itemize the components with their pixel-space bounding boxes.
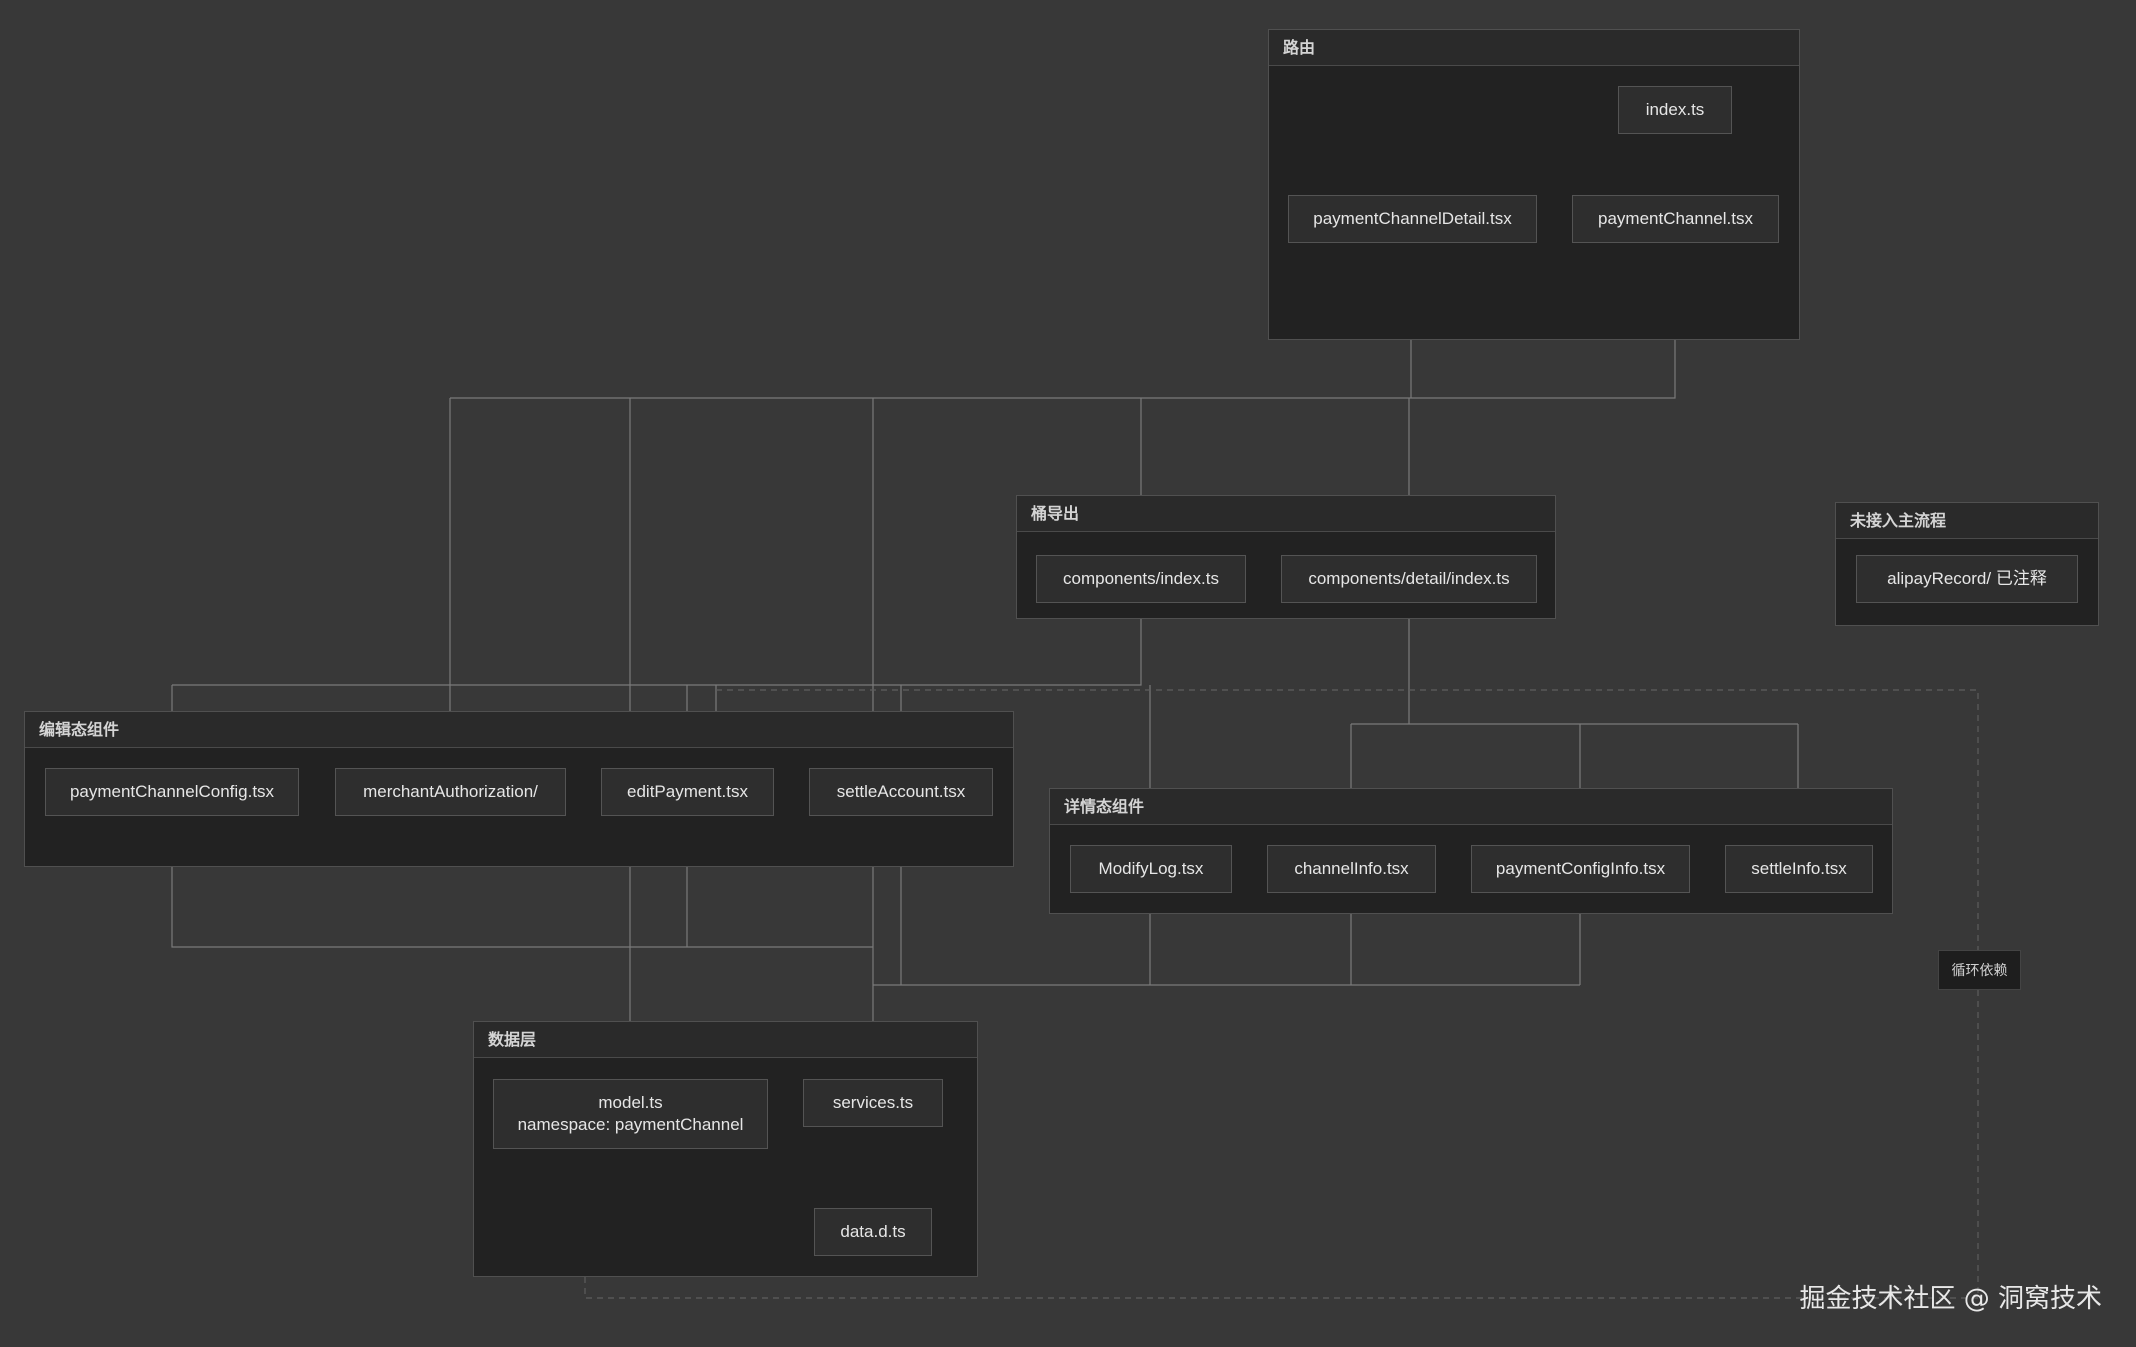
- payment-config-info-label: paymentConfigInfo.tsx: [1495, 859, 1666, 878]
- components-index-node[interactable]: components/index.ts: [1036, 555, 1246, 603]
- edit-payment-label: editPayment.tsx: [627, 782, 748, 801]
- payment-config-info-node[interactable]: paymentConfigInfo.tsx: [1471, 845, 1690, 893]
- channel-info-node[interactable]: channelInfo.tsx: [1267, 845, 1436, 893]
- services-ts-label: services.ts: [832, 1093, 914, 1112]
- diagram-canvas: 路由 index.ts paymentChannelDetail.tsx pay…: [0, 0, 2136, 1347]
- data-d-ts-node[interactable]: data.d.ts: [814, 1208, 932, 1256]
- components-detail-index-label: components/detail/index.ts: [1308, 569, 1510, 588]
- modify-log-label: ModifyLog.tsx: [1098, 859, 1204, 878]
- payment-channel-node[interactable]: paymentChannel.tsx: [1572, 195, 1779, 243]
- routing-group-title: 路由: [1269, 30, 1799, 66]
- detail-group-title: 详情态组件: [1050, 789, 1892, 825]
- index-ts-node[interactable]: index.ts: [1618, 86, 1732, 134]
- circular-dependency-label: 循环依赖: [1951, 963, 2008, 979]
- components-index-label: components/index.ts: [1063, 569, 1219, 588]
- settle-info-node[interactable]: settleInfo.tsx: [1725, 845, 1873, 893]
- settle-info-label: settleInfo.tsx: [1751, 859, 1847, 878]
- services-ts-node[interactable]: services.ts: [803, 1079, 943, 1127]
- edge-cindex-trunk: [172, 605, 1142, 686]
- payment-channel-config-node[interactable]: paymentChannelConfig.tsx: [45, 768, 299, 816]
- payment-channel-label: paymentChannel.tsx: [1598, 209, 1753, 228]
- model-ts-label: model.ts: [598, 1093, 663, 1112]
- circular-dependency-badge: 循环依赖: [1938, 950, 2021, 990]
- index-ts-label: index.ts: [1645, 100, 1705, 119]
- edit-group-title: 编辑态组件: [25, 712, 1013, 748]
- edit-payment-node[interactable]: editPayment.tsx: [601, 768, 774, 816]
- modify-log-node[interactable]: ModifyLog.tsx: [1070, 845, 1232, 893]
- routing-group: 路由: [1268, 29, 1800, 340]
- payment-channel-detail-node[interactable]: paymentChannelDetail.tsx: [1288, 195, 1537, 243]
- payment-channel-detail-label: paymentChannelDetail.tsx: [1313, 209, 1512, 228]
- payment-channel-config-label: paymentChannelConfig.tsx: [69, 782, 275, 801]
- merchant-authorization-label: merchantAuthorization/: [363, 782, 538, 801]
- model-ts-node[interactable]: model.ts namespace: paymentChannel: [493, 1079, 768, 1149]
- settle-account-label: settleAccount.tsx: [836, 782, 966, 801]
- model-ts-namespace-label: namespace: paymentChannel: [517, 1115, 744, 1134]
- watermark: 掘金技术社区 @ 洞窝技术: [1799, 1284, 2102, 1314]
- barrel-group-title: 桶导出: [1017, 496, 1555, 532]
- data-group-title: 数据层: [474, 1022, 977, 1058]
- settle-account-node[interactable]: settleAccount.tsx: [809, 768, 993, 816]
- alipay-record-node[interactable]: alipayRecord/ 已注释: [1856, 555, 2078, 603]
- channel-info-label: channelInfo.tsx: [1294, 859, 1409, 878]
- data-d-ts-label: data.d.ts: [840, 1222, 906, 1241]
- unused-group-title: 未接入主流程: [1836, 503, 2098, 539]
- components-detail-index-node[interactable]: components/detail/index.ts: [1281, 555, 1537, 603]
- merchant-authorization-node[interactable]: merchantAuthorization/: [335, 768, 566, 816]
- edges-layer: [167, 126, 1979, 1299]
- alipay-record-label: alipayRecord/ 已注释: [1887, 569, 2047, 588]
